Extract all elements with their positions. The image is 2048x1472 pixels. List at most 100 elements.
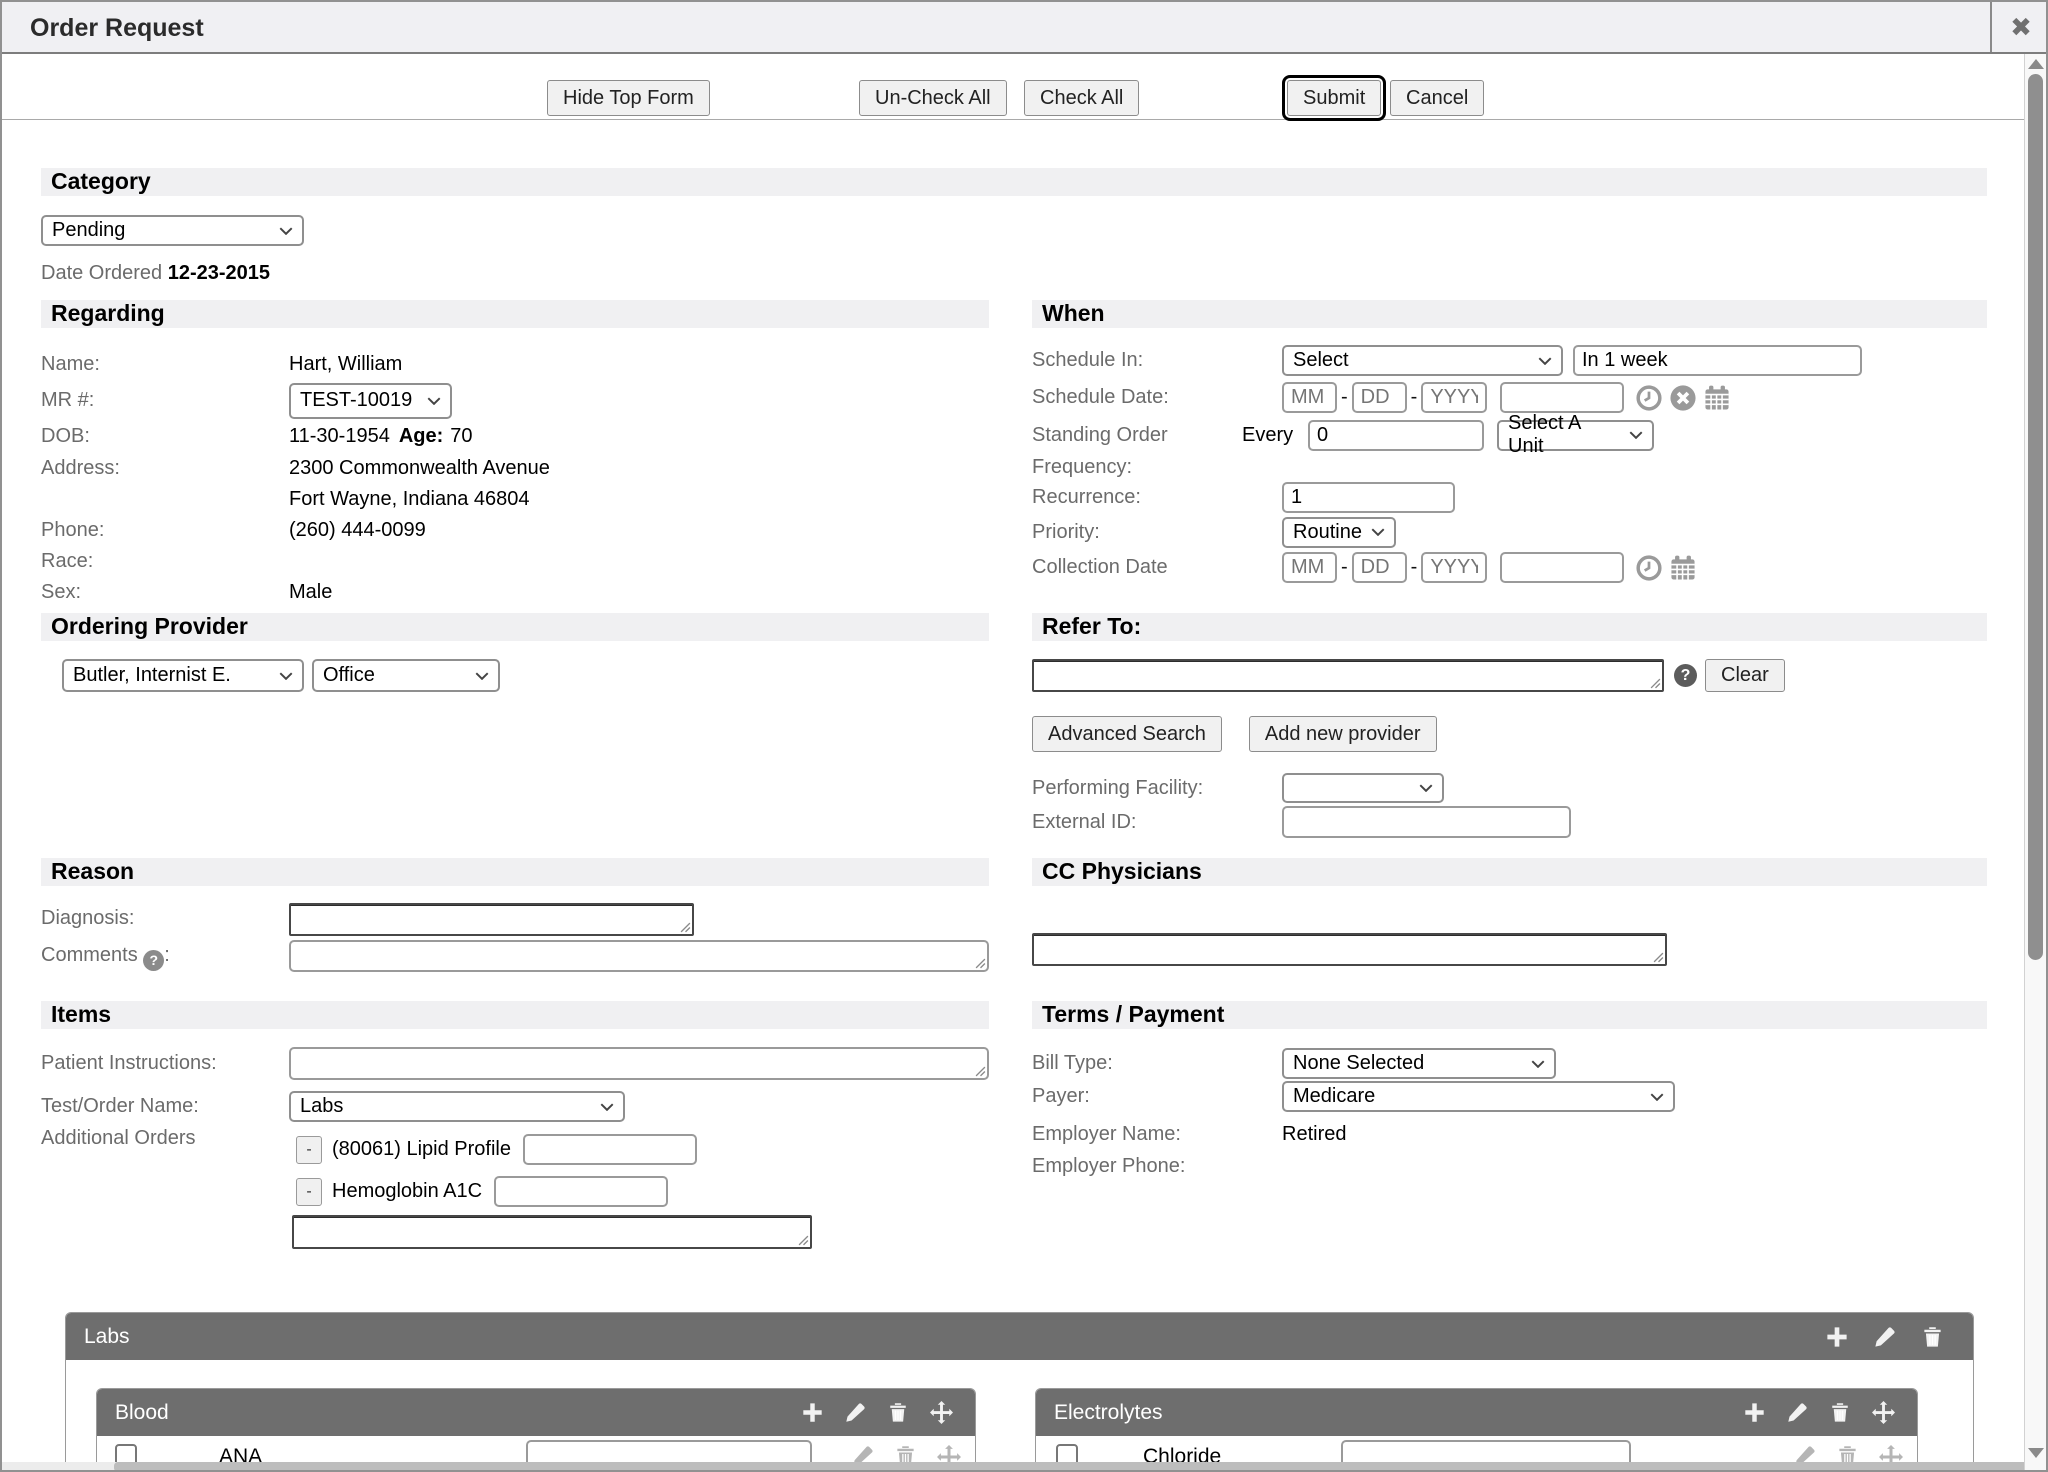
- resize-grip-icon: [975, 1066, 986, 1077]
- help-icon[interactable]: ?: [1674, 664, 1697, 687]
- date-ordered-value: 12-23-2015: [168, 262, 270, 284]
- comments-label: Comments: [41, 944, 138, 966]
- hide-top-form-button[interactable]: Hide Top Form: [547, 80, 710, 116]
- collection-date-yyyy-input[interactable]: [1421, 552, 1487, 583]
- clear-date-icon[interactable]: [1670, 385, 1696, 411]
- ordering-provider-section: Butler, Internist E. Office: [62, 659, 500, 692]
- items-section: Patient Instructions: Test/Order Name: L…: [41, 1047, 989, 1249]
- patient-instructions-label: Patient Instructions:: [41, 1047, 289, 1075]
- comments-input[interactable]: [289, 940, 989, 972]
- labs-panel: Labs Blood ANA: [65, 1312, 1974, 1472]
- external-id-input[interactable]: [1282, 806, 1571, 838]
- cc-physicians-input[interactable]: [1032, 933, 1667, 966]
- horizontal-scrollbar-thumb[interactable]: [114, 1462, 2028, 1472]
- add-icon[interactable]: [1744, 1402, 1765, 1423]
- schedule-in-text-input[interactable]: [1573, 345, 1862, 376]
- provider-location-select[interactable]: Office: [312, 659, 500, 692]
- mr-number-select[interactable]: TEST-10019: [289, 383, 452, 419]
- payer-select[interactable]: Medicare: [1282, 1081, 1675, 1112]
- blood-group-title: Blood: [115, 1401, 802, 1425]
- refer-to-search-input[interactable]: [1032, 659, 1664, 692]
- regarding-section: Name: Hart, William MR #: TEST-10019 DOB…: [41, 348, 989, 608]
- unit-select[interactable]: Select A Unit: [1497, 420, 1654, 451]
- bill-type-select[interactable]: None Selected: [1282, 1048, 1556, 1079]
- test-order-name-label: Test/Order Name:: [41, 1095, 289, 1118]
- cancel-button[interactable]: Cancel: [1390, 80, 1484, 116]
- patient-instructions-input[interactable]: [289, 1047, 989, 1080]
- provider-select[interactable]: Butler, Internist E.: [62, 659, 304, 692]
- help-icon[interactable]: ?: [143, 950, 164, 971]
- close-button[interactable]: ✖: [1990, 2, 2048, 52]
- diagnosis-input[interactable]: [289, 903, 694, 936]
- employer-phone-label: Employer Phone:: [1032, 1155, 1282, 1178]
- every-input[interactable]: [1308, 420, 1484, 451]
- when-header: When: [1032, 300, 1987, 328]
- submit-button[interactable]: Submit: [1287, 80, 1381, 116]
- priority-select[interactable]: Routine: [1282, 517, 1396, 548]
- remove-order-button[interactable]: -: [296, 1178, 322, 1206]
- order-value-input[interactable]: [494, 1176, 668, 1207]
- chevron-down-icon: [427, 397, 441, 405]
- when-section: Schedule In: Select Schedule Date: - - S…: [1032, 342, 1987, 586]
- uncheck-all-button[interactable]: Un-Check All: [859, 80, 1007, 116]
- recurrence-input[interactable]: [1282, 482, 1455, 513]
- advanced-search-button[interactable]: Advanced Search: [1032, 716, 1222, 752]
- address-label: Address:: [41, 457, 289, 480]
- calendar-icon[interactable]: [1704, 385, 1730, 411]
- collection-date-dd-input[interactable]: [1352, 552, 1407, 583]
- collection-time-input[interactable]: [1500, 552, 1624, 583]
- trash-icon[interactable]: [1922, 1326, 1943, 1348]
- additional-order-input[interactable]: [292, 1215, 812, 1249]
- dob-value: 11-30-1954: [289, 425, 390, 448]
- scroll-up-icon[interactable]: [2028, 59, 2044, 69]
- clock-icon[interactable]: [1636, 385, 1662, 411]
- regarding-header: Regarding: [41, 300, 989, 328]
- edit-pencil-icon[interactable]: [1874, 1326, 1896, 1348]
- remove-order-button[interactable]: -: [296, 1136, 322, 1164]
- check-all-button[interactable]: Check All: [1024, 80, 1139, 116]
- vertical-scrollbar[interactable]: [2024, 54, 2046, 1472]
- edit-pencil-icon[interactable]: [845, 1402, 866, 1423]
- terms-payment-section: Bill Type: None Selected Payer: Medicare…: [1032, 1047, 1987, 1182]
- trash-icon[interactable]: [888, 1402, 908, 1423]
- phone-label: Phone:: [41, 519, 289, 542]
- schedule-date-dd-input[interactable]: [1352, 382, 1407, 413]
- trash-icon[interactable]: [1830, 1402, 1850, 1423]
- scroll-down-icon[interactable]: [2028, 1448, 2044, 1458]
- reason-header: Reason: [41, 858, 989, 886]
- schedule-time-input[interactable]: [1500, 382, 1624, 413]
- chevron-down-icon: [1419, 784, 1433, 792]
- move-icon[interactable]: [930, 1401, 953, 1424]
- calendar-icon[interactable]: [1670, 555, 1696, 581]
- performing-facility-select[interactable]: [1282, 773, 1444, 803]
- add-icon[interactable]: [1826, 1326, 1848, 1348]
- add-icon[interactable]: [802, 1402, 823, 1423]
- add-new-provider-button[interactable]: Add new provider: [1249, 716, 1437, 752]
- close-icon: ✖: [2010, 12, 2032, 43]
- terms-payment-header: Terms / Payment: [1032, 1001, 1987, 1029]
- order-request-dialog: Order Request ✖ Hide Top Form Un-Check A…: [0, 0, 2048, 1472]
- clock-icon[interactable]: [1636, 555, 1662, 581]
- collection-date-mm-input[interactable]: [1282, 552, 1337, 583]
- schedule-date-mm-input[interactable]: [1282, 382, 1337, 413]
- chevron-down-icon: [279, 672, 293, 680]
- phone-value: (260) 444-0099: [289, 519, 426, 542]
- edit-pencil-icon[interactable]: [1787, 1402, 1808, 1423]
- schedule-date-yyyy-input[interactable]: [1421, 382, 1487, 413]
- sex-label: Sex:: [41, 581, 289, 604]
- age-label: Age:: [399, 425, 443, 448]
- chevron-down-icon: [1371, 528, 1385, 536]
- schedule-in-select[interactable]: Select: [1282, 345, 1563, 376]
- recurrence-label: Recurrence:: [1032, 486, 1282, 509]
- test-order-name-select[interactable]: Labs: [289, 1091, 625, 1122]
- name-label: Name:: [41, 353, 289, 376]
- category-header: Category: [41, 168, 1987, 196]
- horizontal-scrollbar[interactable]: [2, 1462, 2028, 1472]
- clear-button[interactable]: Clear: [1705, 659, 1785, 692]
- category-select[interactable]: Pending: [41, 215, 304, 246]
- vertical-scrollbar-thumb[interactable]: [2028, 74, 2043, 960]
- move-icon[interactable]: [1872, 1401, 1895, 1424]
- dob-label: DOB:: [41, 425, 289, 448]
- order-value-input[interactable]: [523, 1134, 697, 1165]
- sex-value: Male: [289, 581, 332, 604]
